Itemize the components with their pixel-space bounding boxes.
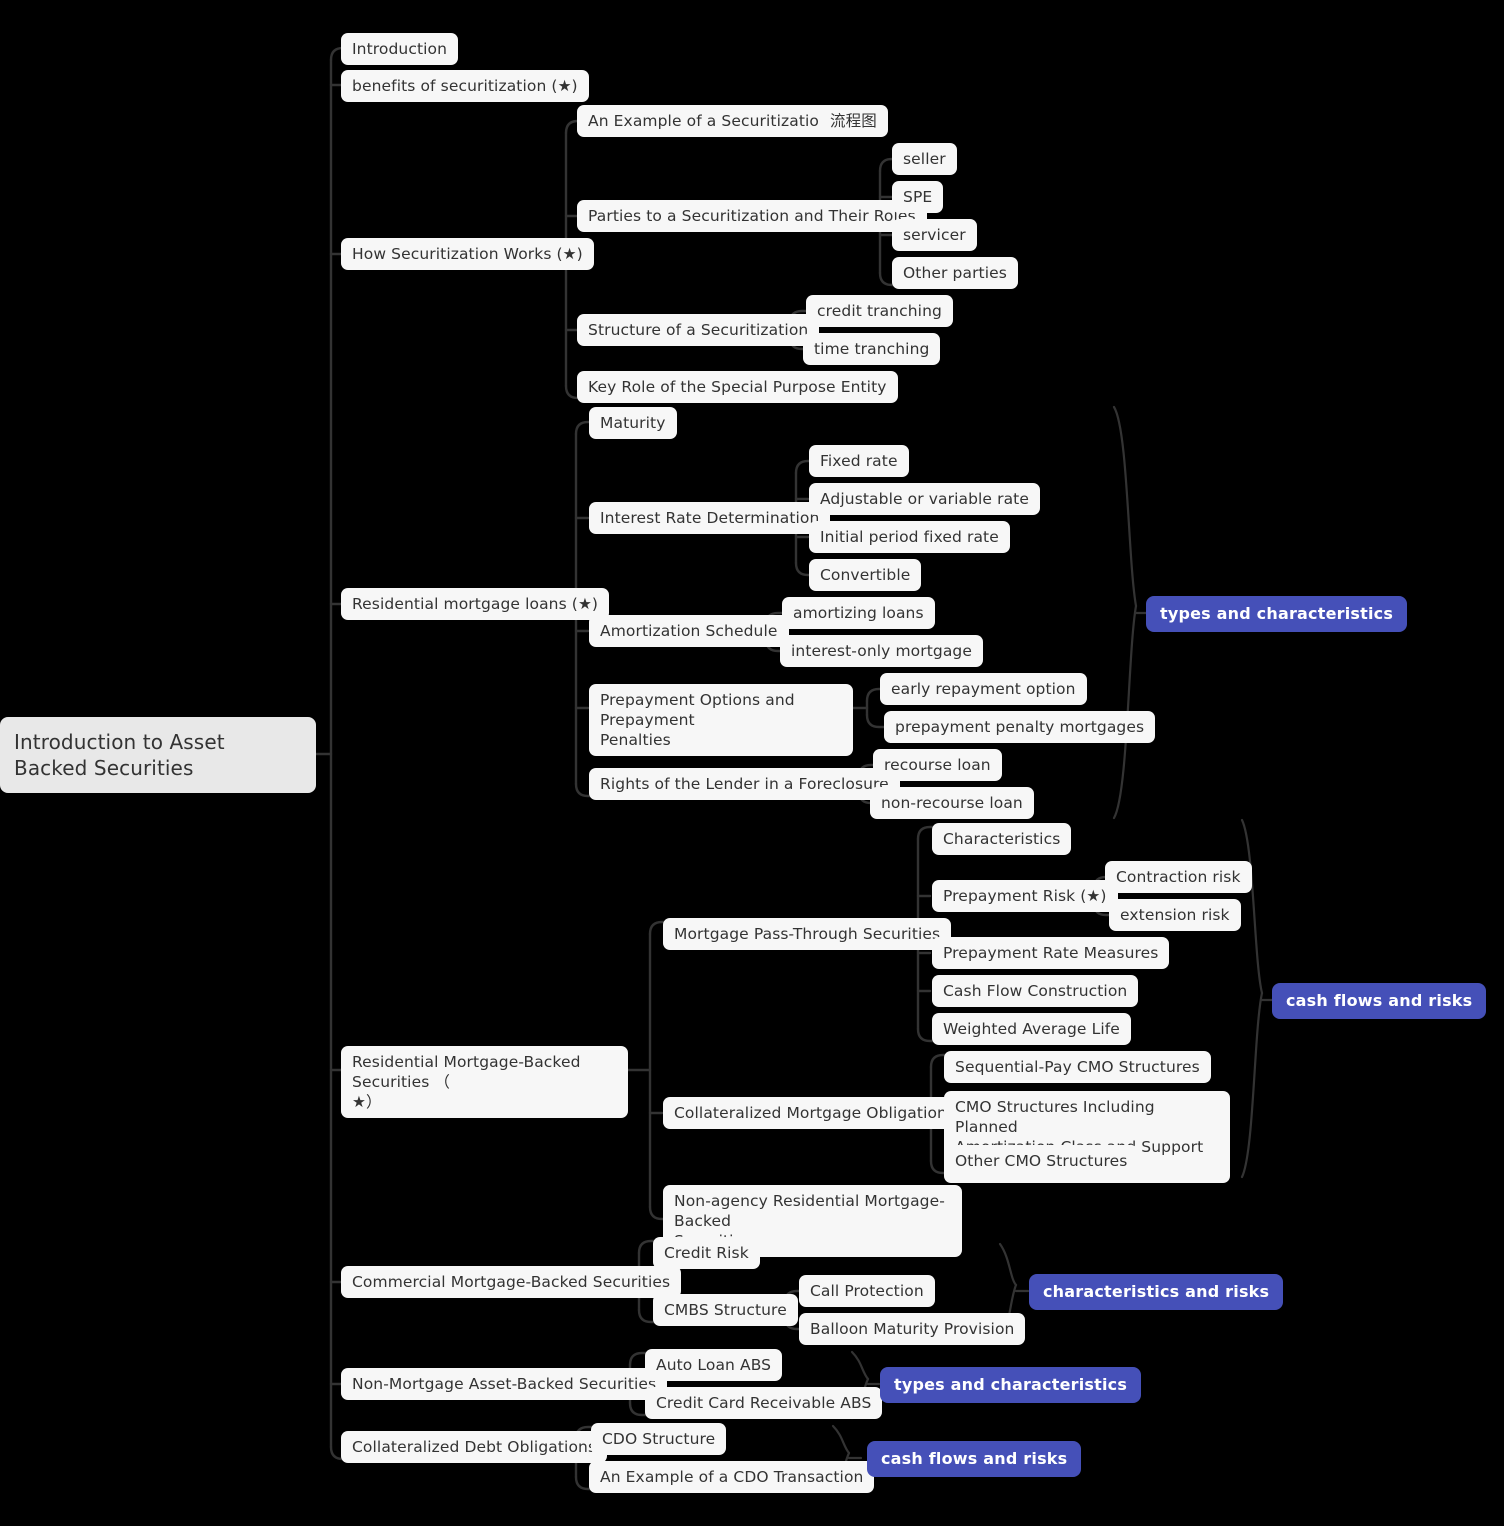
node-non-mortgage-abs[interactable]: Non-Mortgage Asset-Backed Securities [341,1368,668,1400]
node-early-repayment-option[interactable]: early repayment option [880,673,1087,705]
node-characteristics[interactable]: Characteristics [932,823,1072,855]
node-spe[interactable]: SPE [892,181,944,213]
node-prepayment-risk[interactable]: Prepayment Risk (★) [932,880,1118,912]
node-prepayment-rate-measures[interactable]: Prepayment Rate Measures [932,937,1170,969]
node-prepayment-penalty-mortgages[interactable]: prepayment penalty mortgages [884,711,1156,743]
node-an-example-of-a-cdo-transaction[interactable]: An Example of a CDO Transaction [589,1461,875,1493]
node-contraction-risk[interactable]: Contraction risk [1105,861,1252,893]
node-weighted-average-life[interactable]: Weighted Average Life [932,1013,1131,1045]
node-credit-risk[interactable]: Credit Risk [653,1237,760,1269]
node-interest-rate-determination[interactable]: Interest Rate Determination [589,502,831,534]
node-introduction[interactable]: Introduction [341,33,459,65]
node-sequential-pay-cmo-structures[interactable]: Sequential-Pay CMO Structures [944,1051,1211,1083]
node-benefits-of-securitization[interactable]: benefits of securitization (★) [341,70,589,102]
node-amortization-schedule[interactable]: Amortization Schedule [589,615,789,647]
node-rights-of-the-lender[interactable]: Rights of the Lender in a Foreclosure [589,768,900,800]
node-call-protection[interactable]: Call Protection [799,1275,935,1307]
node-rmbs[interactable]: Residential Mortgage-Backed Securities （… [341,1046,628,1118]
badge-cash-flows-and-risks-cdo[interactable]: cash flows and risks [867,1441,1082,1477]
node-credit-card-receivable-abs[interactable]: Credit Card Receivable ABS [645,1387,883,1419]
badge-characteristics-and-risks[interactable]: characteristics and risks [1029,1274,1284,1310]
node-balloon-maturity-provision[interactable]: Balloon Maturity Provision [799,1313,1026,1345]
node-cdo-structure[interactable]: CDO Structure [591,1423,727,1455]
node-an-example-of-a-securitization[interactable]: An Example of a Securitization [577,105,840,137]
node-fixed-rate[interactable]: Fixed rate [809,445,909,477]
node-prepayment-options-and-penalties[interactable]: Prepayment Options and Prepayment Penalt… [589,684,853,756]
node-extension-risk[interactable]: extension risk [1109,899,1241,931]
node-non-recourse-loan[interactable]: non-recourse loan [870,787,1034,819]
node-adjustable-or-variable-rate[interactable]: Adjustable or variable rate [809,483,1040,515]
node-other-parties[interactable]: Other parties [892,257,1018,289]
node-residential-mortgage-loans[interactable]: Residential mortgage loans (★) [341,588,610,620]
node-credit-tranching[interactable]: credit tranching [806,295,953,327]
node-initial-period-fixed-rate[interactable]: Initial period fixed rate [809,521,1010,553]
node-parties-to-a-securitization[interactable]: Parties to a Securitization and Their Ro… [577,200,927,232]
badge-types-and-characteristics-loans[interactable]: types and characteristics [1146,596,1408,632]
node-time-tranching[interactable]: time tranching [803,333,941,365]
badge-cash-flows-and-risks-rmbs[interactable]: cash flows and risks [1272,983,1487,1019]
node-seller[interactable]: seller [892,143,957,175]
node-other-cmo-structures[interactable]: Other CMO Structures [944,1145,1139,1177]
node-amortizing-loans[interactable]: amortizing loans [782,597,935,629]
node-key-role-of-the-spe[interactable]: Key Role of the Special Purpose Entity [577,371,898,403]
node-servicer[interactable]: servicer [892,219,977,251]
node-convertible[interactable]: Convertible [809,559,922,591]
node-structure-of-a-securitization[interactable]: Structure of a Securitization [577,314,820,346]
mindmap-canvas: Introduction to Asset Backed Securities … [0,0,1504,1526]
root-node[interactable]: Introduction to Asset Backed Securities [0,717,316,793]
node-how-securitization-works[interactable]: How Securitization Works (★) [341,238,594,270]
node-maturity[interactable]: Maturity [589,407,677,439]
node-flowchart[interactable]: 流程图 [819,105,888,137]
node-auto-loan-abs[interactable]: Auto Loan ABS [645,1349,783,1381]
node-cmbs[interactable]: Commercial Mortgage-Backed Securities [341,1266,682,1298]
node-collateralized-mortgage-obligations[interactable]: Collateralized Mortgage Obligations [663,1097,967,1129]
node-cash-flow-construction[interactable]: Cash Flow Construction [932,975,1139,1007]
node-mortgage-pass-through-securities[interactable]: Mortgage Pass-Through Securities [663,918,952,950]
node-cmbs-structure[interactable]: CMBS Structure [653,1294,798,1326]
node-cdo[interactable]: Collateralized Debt Obligations [341,1431,608,1463]
node-recourse-loan[interactable]: recourse loan [873,749,1002,781]
node-interest-only-mortgage[interactable]: interest-only mortgage [780,635,984,667]
badge-types-and-characteristics-abs[interactable]: types and characteristics [880,1367,1142,1403]
